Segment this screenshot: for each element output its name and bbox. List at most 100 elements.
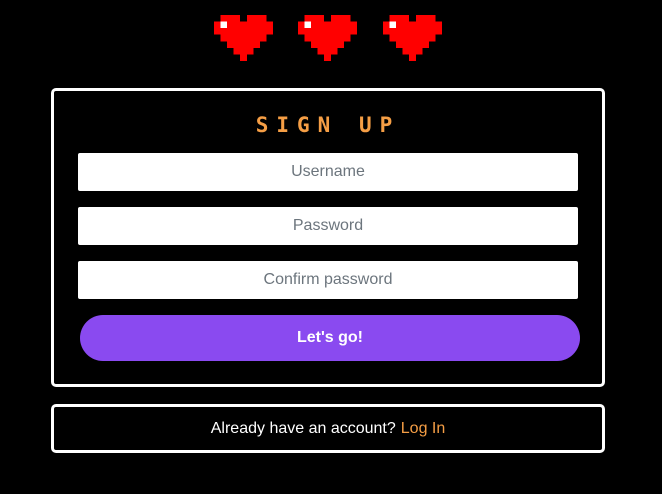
heart-pixel	[337, 28, 344, 35]
heart-pixel	[240, 21, 247, 29]
heart-pixel	[324, 47, 331, 55]
heart-pixel	[311, 28, 318, 35]
heart-pixel	[383, 28, 390, 35]
heart-icon	[214, 15, 273, 61]
heart-pixel	[246, 15, 254, 22]
heart-pixel	[337, 15, 344, 22]
heart-pixel	[317, 28, 325, 35]
heart-pixel	[317, 34, 325, 42]
heart-pixel	[324, 41, 331, 48]
heart-highlight-pixel	[389, 21, 397, 29]
heart-pixel	[227, 34, 234, 42]
heart-pixel	[343, 28, 351, 35]
heart-pixel	[317, 47, 325, 55]
heart-pixel	[246, 34, 254, 42]
heart-icon	[298, 15, 357, 61]
password-input[interactable]	[78, 207, 578, 245]
heart-highlight-pixel	[304, 21, 312, 29]
heart-pixel	[409, 34, 416, 42]
heart-pixel	[220, 15, 228, 22]
heart-pixel	[343, 15, 351, 22]
heart-icon	[383, 15, 442, 61]
heart-pixel	[240, 28, 247, 35]
heart-pixel	[330, 15, 338, 22]
heart-pixel	[435, 21, 442, 29]
signup-card: SIGN UP Let's go!	[51, 88, 605, 387]
heart-pixel	[317, 41, 325, 48]
heart-pixel	[409, 41, 416, 48]
heart-pixel	[337, 41, 344, 48]
page-title: SIGN UP	[255, 113, 401, 137]
heart-pixel	[428, 15, 436, 22]
heart-pixel	[324, 54, 331, 61]
heart-pixel	[409, 54, 416, 61]
heart-pixel	[253, 28, 260, 35]
heart-pixel	[259, 15, 267, 22]
heart-pixel	[435, 28, 442, 35]
heart-pixel	[266, 28, 273, 35]
username-input[interactable]	[78, 153, 578, 191]
heart-pixel	[396, 34, 403, 42]
heart-pixel	[422, 34, 429, 42]
heart-pixel	[246, 47, 254, 55]
heart-pixel	[402, 47, 410, 55]
heart-pixel	[415, 28, 423, 35]
heart-pixel	[396, 15, 403, 22]
heart-pixel	[324, 28, 331, 35]
login-link[interactable]: Log In	[401, 420, 445, 438]
heart-pixel	[214, 21, 221, 29]
heart-pixel	[422, 41, 429, 48]
heart-pixel	[304, 15, 312, 22]
heart-pixel	[317, 15, 325, 22]
heart-pixel	[227, 21, 234, 29]
heart-pixel	[409, 47, 416, 55]
heart-pixel	[330, 21, 338, 29]
heart-pixel	[402, 21, 410, 29]
heart-pixel	[233, 15, 241, 22]
heart-pixel	[246, 28, 254, 35]
heart-pixel	[337, 34, 344, 42]
heart-pixel	[240, 34, 247, 42]
heart-pixel	[253, 34, 260, 42]
heart-pixel	[402, 28, 410, 35]
login-prompt: Already have an account?	[210, 419, 396, 437]
heart-pixel	[298, 28, 305, 35]
heart-pixel	[311, 15, 318, 22]
heart-pixel	[324, 21, 331, 29]
heart-pixel	[422, 15, 429, 22]
heart-pixel	[311, 21, 318, 29]
login-card: Already have an account? Log In	[51, 404, 605, 453]
heart-pixel	[415, 15, 423, 22]
heart-pixel	[304, 34, 312, 42]
heart-pixel	[259, 34, 267, 42]
confirm-password-input[interactable]	[78, 261, 578, 299]
heart-pixel	[428, 28, 436, 35]
heart-pixel	[330, 47, 338, 55]
heart-pixel	[311, 34, 318, 42]
heart-pixel	[396, 21, 403, 29]
heart-pixel	[330, 34, 338, 42]
heart-pixel	[317, 21, 325, 29]
heart-pixel	[396, 28, 403, 35]
heart-pixel	[233, 41, 241, 48]
heart-pixel	[428, 21, 436, 29]
heart-pixel	[396, 41, 403, 48]
heart-pixel	[233, 34, 241, 42]
heart-pixel	[304, 28, 312, 35]
heart-pixel	[337, 21, 344, 29]
heart-pixel	[389, 28, 397, 35]
heart-pixel	[220, 28, 228, 35]
heart-pixel	[240, 54, 247, 61]
heart-highlight-pixel	[220, 21, 228, 29]
heart-pixel	[389, 15, 397, 22]
heart-pixel	[409, 28, 416, 35]
heart-pixel	[227, 15, 234, 22]
heart-pixel	[415, 34, 423, 42]
submit-button[interactable]: Let's go!	[80, 315, 580, 361]
heart-pixel	[383, 21, 390, 29]
heart-pixel	[415, 21, 423, 29]
heart-pixel	[240, 41, 247, 48]
heart-pixel	[350, 21, 357, 29]
heart-pixel	[422, 21, 429, 29]
heart-pixel	[415, 47, 423, 55]
